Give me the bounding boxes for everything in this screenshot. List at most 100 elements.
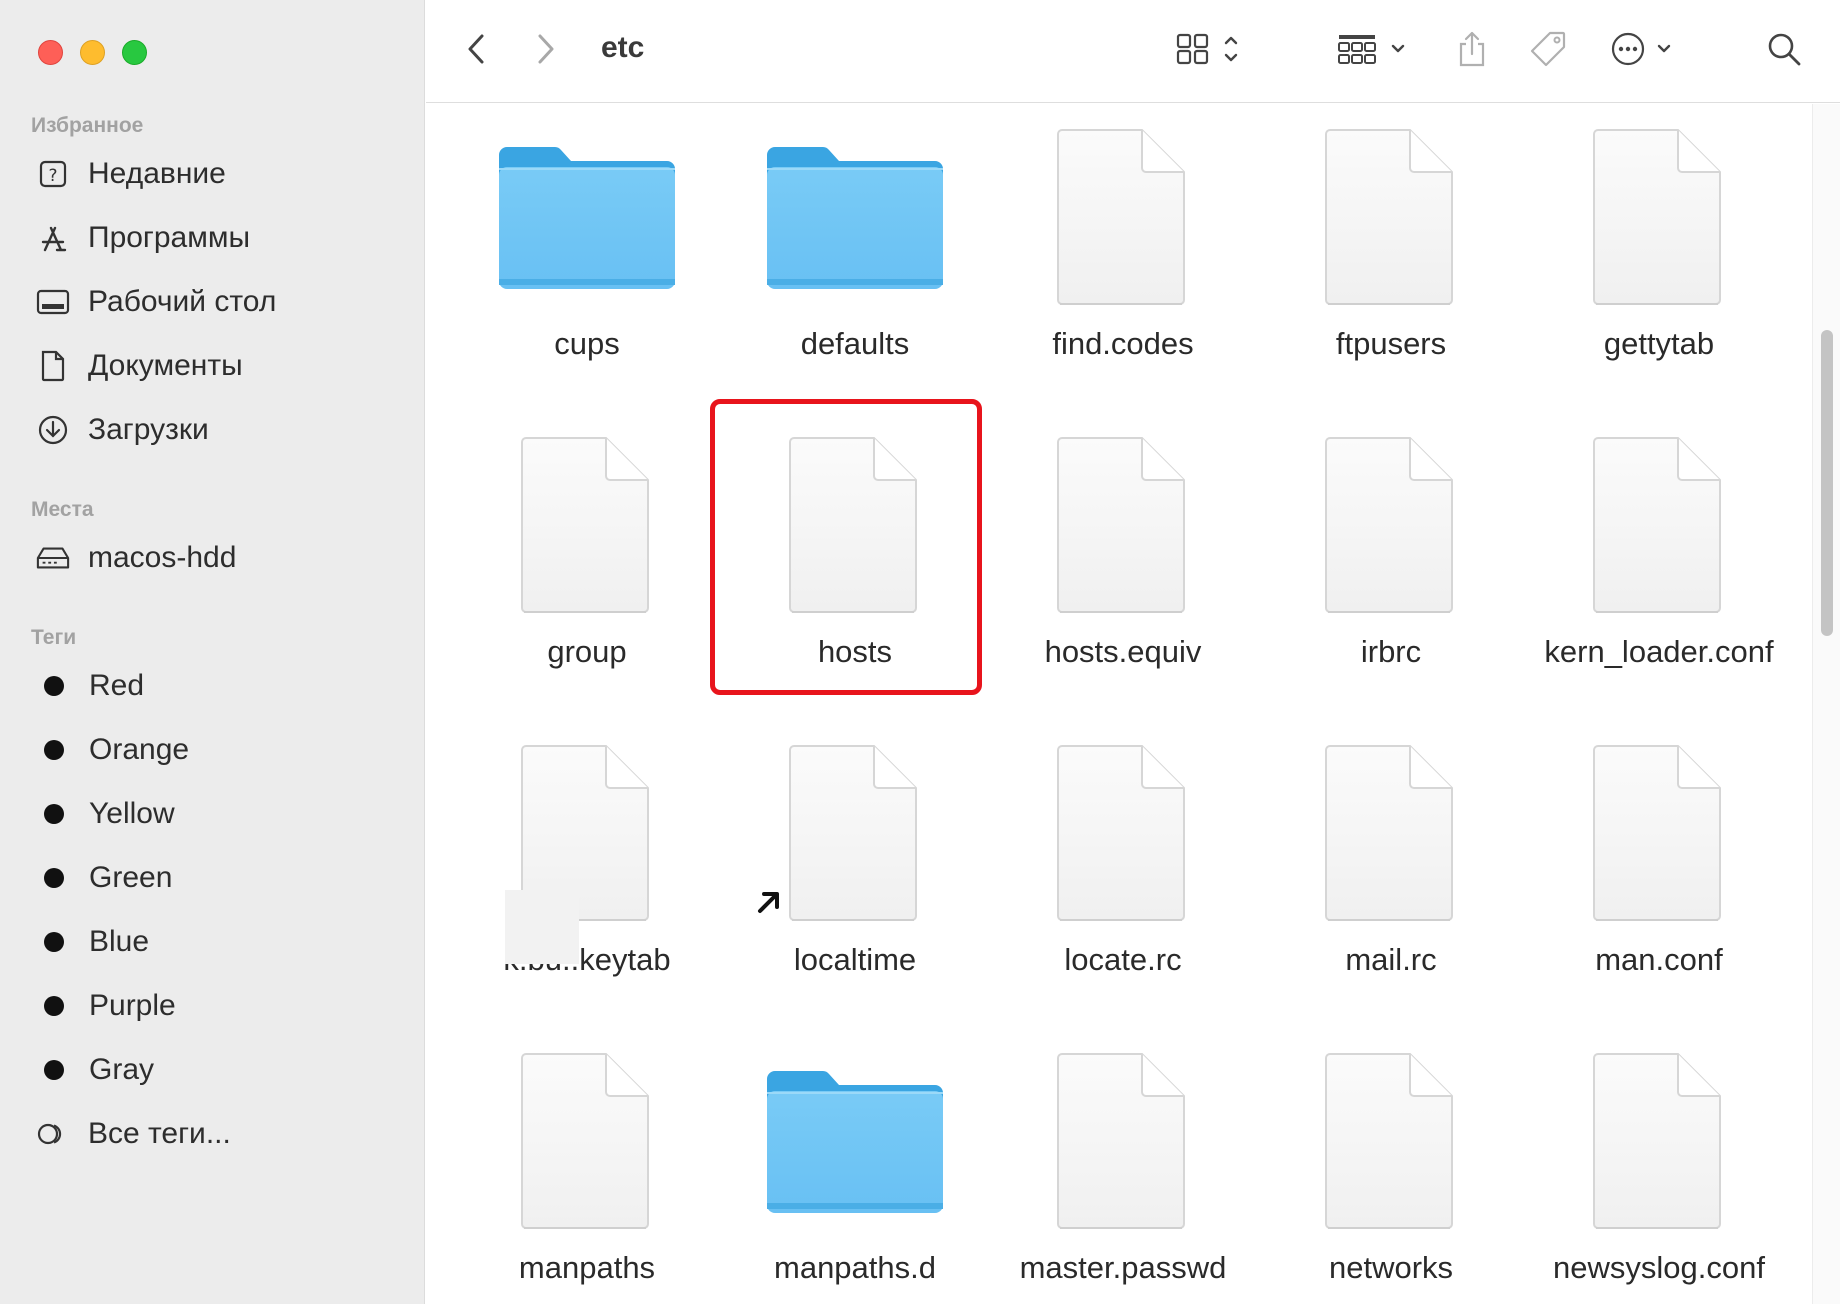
- tag-dot-icon: [44, 868, 64, 888]
- folder-icon: [721, 1052, 989, 1232]
- file-item-hosts[interactable]: hosts: [721, 412, 989, 712]
- view-mode-icon: [1175, 31, 1245, 72]
- zoom-button[interactable]: [122, 40, 147, 65]
- forward-icon: [536, 33, 556, 70]
- file-item[interactable]: gettytab: [1525, 104, 1793, 404]
- file-item[interactable]: networks: [1257, 1028, 1525, 1304]
- document-file-icon: [1257, 1052, 1525, 1232]
- sidebar-item-label: macos-hdd: [88, 541, 237, 574]
- file-item[interactable]: master.passwd: [989, 1028, 1257, 1304]
- sidebar-tag-yellow[interactable]: Yellow: [36, 792, 175, 836]
- file-name: manpaths.d: [774, 1250, 936, 1285]
- file-name: manpaths: [518, 1250, 656, 1285]
- sidebar-item-label: Orange: [89, 733, 190, 766]
- document-file-icon: [1525, 128, 1793, 308]
- sidebar-item-applications[interactable]: Программы: [36, 216, 250, 260]
- file-name: kern_loader.conf: [1544, 634, 1774, 669]
- toolbar: etc: [426, 0, 1840, 103]
- section-title-tags: Теги: [31, 626, 77, 649]
- sidebar-item-label: Green: [89, 861, 173, 894]
- tag-dot-icon: [44, 1060, 64, 1080]
- sidebar-tag-green[interactable]: Green: [36, 856, 172, 900]
- tag-dot-icon: [44, 932, 64, 952]
- back-button[interactable]: [456, 28, 496, 74]
- document-file-icon: [453, 744, 721, 924]
- sidebar-all-tags[interactable]: Все теги...: [36, 1112, 231, 1156]
- window-controls: [38, 40, 147, 65]
- file-name: group: [547, 634, 627, 669]
- sidebar: Избранное ? Недавние Программы Рабочий с…: [0, 0, 425, 1304]
- share-button[interactable]: [1450, 28, 1494, 74]
- sidebar-tag-orange[interactable]: Orange: [36, 728, 189, 772]
- sidebar-tag-purple[interactable]: Purple: [36, 984, 176, 1028]
- file-item[interactable]: locate.rc: [989, 720, 1257, 1020]
- file-name: mail.rc: [1345, 942, 1437, 977]
- document-file-icon: [989, 744, 1257, 924]
- desktop-icon: [36, 285, 70, 319]
- close-button[interactable]: [38, 40, 63, 65]
- tag-button[interactable]: [1522, 28, 1574, 74]
- tag-dot-icon: [44, 676, 64, 696]
- section-title-locations: Места: [31, 498, 94, 521]
- forward-button[interactable]: [526, 28, 566, 74]
- group-button[interactable]: [1334, 28, 1414, 74]
- sidebar-item-label: Программы: [88, 221, 251, 254]
- sidebar-item-macos-hdd[interactable]: macos-hdd: [36, 536, 236, 580]
- sidebar-item-documents[interactable]: Документы: [36, 344, 243, 388]
- sidebar-item-label: Рабочий стол: [88, 285, 277, 318]
- file-name: newsyslog.conf: [1553, 1250, 1765, 1285]
- alias-item[interactable]: localtime: [721, 720, 989, 1020]
- file-name: k.bu..keytab: [503, 942, 671, 977]
- more-actions-icon: [1609, 30, 1679, 73]
- file-item[interactable]: find.codes: [989, 104, 1257, 404]
- file-item[interactable]: newsyslog.conf: [1525, 1028, 1793, 1304]
- document-file-icon: [1257, 128, 1525, 308]
- file-item[interactable]: irbrc: [1257, 412, 1525, 712]
- sidebar-item-label: Недавние: [88, 157, 226, 190]
- folder-item[interactable]: cups: [453, 104, 721, 404]
- file-name: localtime: [793, 942, 917, 977]
- folder-item[interactable]: defaults: [721, 104, 989, 404]
- sidebar-item-downloads[interactable]: Загрузки: [36, 408, 209, 452]
- file-item[interactable]: group: [453, 412, 721, 712]
- tag-dot-icon: [44, 804, 64, 824]
- sidebar-item-label: Gray: [89, 1053, 155, 1086]
- file-name: ftpusers: [1335, 326, 1447, 361]
- file-item[interactable]: man.conf: [1525, 720, 1793, 1020]
- document-file-icon: [989, 128, 1257, 308]
- vertical-scrollbar[interactable]: [1812, 104, 1840, 1304]
- file-item[interactable]: ftpusers: [1257, 104, 1525, 404]
- view-mode-button[interactable]: [1170, 28, 1250, 74]
- document-file-icon: [453, 1052, 721, 1232]
- file-item[interactable]: k.bu..keytab: [453, 720, 721, 1020]
- recents-icon: ?: [36, 157, 70, 191]
- file-name: man.conf: [1595, 942, 1723, 977]
- all-tags-icon: [36, 1117, 70, 1151]
- folder-icon: [721, 128, 989, 308]
- sidebar-tag-gray[interactable]: Gray: [36, 1048, 154, 1092]
- sidebar-tag-blue[interactable]: Blue: [36, 920, 149, 964]
- hard-drive-icon: [36, 541, 70, 575]
- scrollbar-thumb[interactable]: [1821, 330, 1833, 636]
- file-item[interactable]: manpaths: [453, 1028, 721, 1304]
- file-name: hosts: [817, 634, 893, 669]
- file-item[interactable]: hosts.equiv: [989, 412, 1257, 712]
- document-file-icon: [989, 436, 1257, 616]
- document-file-icon: [1525, 744, 1793, 924]
- file-item[interactable]: mail.rc: [1257, 720, 1525, 1020]
- sidebar-item-label: Yellow: [89, 797, 175, 830]
- sidebar-item-recents[interactable]: ? Недавние: [36, 152, 226, 196]
- file-item[interactable]: kern_loader.conf: [1525, 412, 1793, 712]
- search-button[interactable]: [1760, 28, 1808, 74]
- folder-item[interactable]: manpaths.d: [721, 1028, 989, 1304]
- file-name: locate.rc: [1064, 942, 1182, 977]
- file-name: defaults: [800, 326, 910, 361]
- minimize-button[interactable]: [80, 40, 105, 65]
- group-icon: [1337, 31, 1411, 72]
- folder-icon: [453, 128, 721, 308]
- search-icon: [1766, 31, 1802, 72]
- sidebar-tag-red[interactable]: Red: [36, 664, 144, 708]
- sidebar-item-desktop[interactable]: Рабочий стол: [36, 280, 276, 324]
- document-icon: [36, 349, 70, 383]
- more-actions-button[interactable]: [1606, 28, 1682, 74]
